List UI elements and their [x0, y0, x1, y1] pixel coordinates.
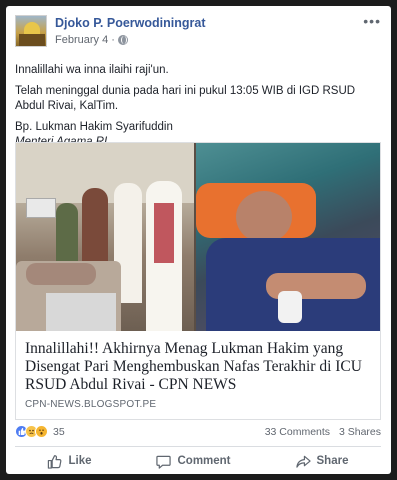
reactions-summary[interactable]: 35 — [15, 425, 65, 438]
post-actions: Like Comment Share — [15, 450, 381, 472]
hospital-room-photo — [16, 143, 194, 331]
bandage-shape — [278, 291, 302, 323]
monitor-shape — [26, 198, 56, 218]
patient-shape — [26, 263, 96, 285]
author-name[interactable]: Djoko P. Poerwodiningrat — [55, 16, 205, 30]
comments-shares-summary: 33 Comments 3 Shares — [259, 426, 381, 438]
ellipsis-icon[interactable]: ••• — [363, 14, 381, 28]
person-shape — [56, 203, 78, 263]
post-paragraph: Telah meninggal dunia pada hari ini puku… — [15, 85, 356, 112]
patient-photo — [196, 143, 380, 331]
shares-count[interactable]: 3 Shares — [339, 426, 381, 438]
comments-count[interactable]: 33 Comments — [265, 426, 330, 438]
share-arrow-icon — [295, 455, 311, 468]
reaction-count[interactable]: 35 — [53, 426, 65, 438]
avatar-building-shape — [19, 34, 45, 46]
comment-button[interactable]: Comment — [156, 454, 231, 469]
post-card: Djoko P. Poerwodiningrat February 4 · ••… — [6, 6, 391, 474]
person-shape — [82, 188, 108, 268]
comment-icon — [156, 455, 172, 469]
link-preview[interactable]: Innalillahi!! Akhirnya Menag Lukman Haki… — [15, 142, 381, 420]
post-body: Innalillahi wa inna ilaihi raji'un. Tela… — [15, 63, 379, 150]
globe-icon — [117, 35, 128, 45]
comment-button-label: Comment — [177, 455, 231, 467]
share-button-label: Share — [316, 455, 349, 467]
link-preview-image[interactable] — [16, 143, 380, 331]
post-header: Djoko P. Poerwodiningrat February 4 · ••… — [15, 14, 381, 55]
post-date[interactable]: February 4 — [55, 34, 108, 46]
like-button[interactable]: Like — [47, 454, 92, 469]
like-button-label: Like — [68, 455, 92, 467]
machine-shape — [46, 293, 116, 331]
date-separator: · — [111, 34, 115, 46]
thumbs-up-icon — [48, 454, 62, 469]
scarf-shape — [154, 203, 174, 263]
wow-reaction-icon — [35, 425, 48, 438]
face-shape — [236, 191, 292, 243]
share-button[interactable]: Share — [295, 454, 349, 469]
avatar[interactable] — [15, 15, 47, 47]
post-paragraph: Innalillahi wa inna ilaihi raji'un. — [15, 64, 169, 76]
actions-divider — [15, 446, 381, 447]
link-preview-title[interactable]: Innalillahi!! Akhirnya Menag Lukman Haki… — [25, 340, 375, 394]
post-meta: February 4 · — [55, 34, 128, 46]
signature-name: Bp. Lukman Hakim Syarifuddin — [15, 121, 173, 133]
link-preview-domain: CPN-NEWS.BLOGSPOT.PE — [25, 399, 157, 410]
engagement-stats: 35 33 Comments 3 Shares — [15, 424, 381, 442]
